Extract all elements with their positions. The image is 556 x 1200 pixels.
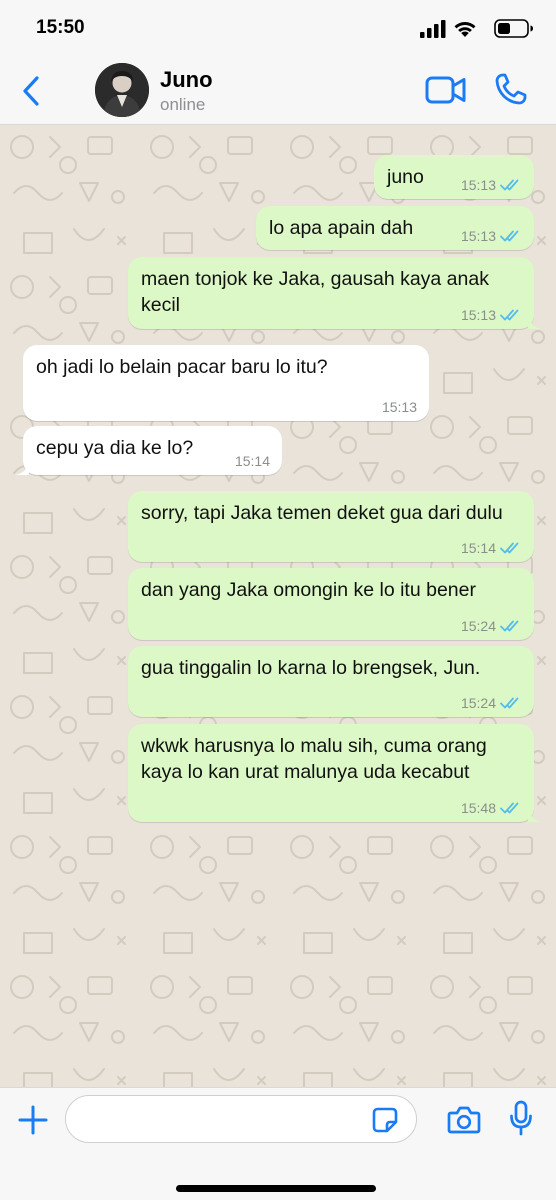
message-text: wkwk harusnya lo malu sih, cuma orang ka…	[141, 735, 493, 783]
microphone-icon[interactable]	[509, 1100, 533, 1136]
bubble-tail	[528, 315, 542, 329]
message-time: 15:13	[460, 177, 496, 193]
incoming-message[interactable]: cepu ya dia ke lo? 15:14	[15, 426, 282, 475]
outgoing-message[interactable]: dan yang Jaka omongin ke lo itu bener 15:…	[128, 568, 534, 640]
outgoing-message[interactable]: maen tonjok ke Jaka, gausah kaya anak ke…	[128, 257, 542, 329]
message-time: 15:14	[234, 453, 270, 469]
message-meta: 15:14	[461, 540, 523, 556]
chat-header: Juno online	[0, 58, 556, 125]
outgoing-message[interactable]: wkwk harusnya lo malu sih, cuma orang ka…	[128, 724, 542, 822]
message-input[interactable]	[65, 1095, 417, 1143]
message-meta: 15:13	[461, 228, 523, 244]
message-time: 15:24	[460, 695, 496, 711]
contact-name[interactable]: Juno	[160, 67, 213, 93]
message-text: gua tinggalin lo karna lo brengsek, Jun.	[141, 657, 481, 679]
back-chevron-icon[interactable]	[18, 74, 46, 108]
incoming-message[interactable]: oh jadi lo belain pacar baru lo itu? 15:1…	[23, 345, 429, 421]
avatar[interactable]	[95, 63, 149, 117]
home-indicator	[176, 1185, 376, 1192]
message-meta: 15:14	[235, 453, 270, 469]
read-ticks-icon	[500, 179, 519, 191]
message-text: oh jadi lo belain pacar baru lo itu?	[36, 356, 328, 378]
sticker-icon[interactable]	[372, 1107, 398, 1133]
message-time: 15:13	[460, 228, 496, 244]
bubble-tail	[528, 808, 542, 822]
message-meta: 15:48	[461, 800, 523, 816]
chat-area[interactable]: juno 15:13 lo apa apain dah 15:13 maen tonjo…	[0, 125, 556, 1087]
message-time: 15:48	[460, 800, 496, 816]
outgoing-message[interactable]: gua tinggalin lo karna lo brengsek, Jun.…	[128, 646, 534, 717]
outgoing-message[interactable]: lo apa apain dah 15:13	[256, 206, 534, 250]
message-meta: 15:13	[461, 307, 523, 323]
outgoing-message[interactable]: juno 15:13	[374, 155, 534, 199]
phone-call-icon[interactable]	[494, 72, 528, 106]
video-call-icon[interactable]	[425, 75, 467, 105]
bubble-tail	[15, 461, 29, 475]
cellular-signal-icon	[420, 20, 446, 43]
status-time: 15:50	[36, 17, 85, 38]
message-time: 15:13	[381, 399, 417, 415]
read-ticks-icon	[500, 542, 519, 554]
contact-status: online	[160, 95, 206, 114]
read-ticks-icon	[500, 620, 519, 632]
read-ticks-icon	[500, 802, 519, 814]
message-time: 15:24	[460, 618, 496, 634]
message-text: sorry, tapi Jaka temen deket gua dari du…	[141, 502, 503, 524]
message-time: 15:14	[460, 540, 496, 556]
message-time: 15:13	[460, 307, 496, 323]
message-meta: 15:24	[461, 695, 523, 711]
read-ticks-icon	[500, 230, 519, 242]
input-bar	[0, 1087, 556, 1200]
message-meta: 15:13	[461, 177, 523, 193]
wifi-icon	[453, 19, 477, 43]
message-meta: 15:24	[461, 618, 523, 634]
message-meta: 15:13	[382, 399, 417, 415]
plus-icon[interactable]	[17, 1104, 49, 1136]
read-ticks-icon	[500, 309, 519, 321]
outgoing-message[interactable]: sorry, tapi Jaka temen deket gua dari du…	[128, 491, 534, 562]
status-bar: 15:50	[0, 0, 556, 58]
camera-icon[interactable]	[447, 1105, 481, 1135]
message-text: dan yang Jaka omongin ke lo itu bener	[141, 579, 476, 601]
battery-icon	[494, 19, 534, 43]
read-ticks-icon	[500, 697, 519, 709]
